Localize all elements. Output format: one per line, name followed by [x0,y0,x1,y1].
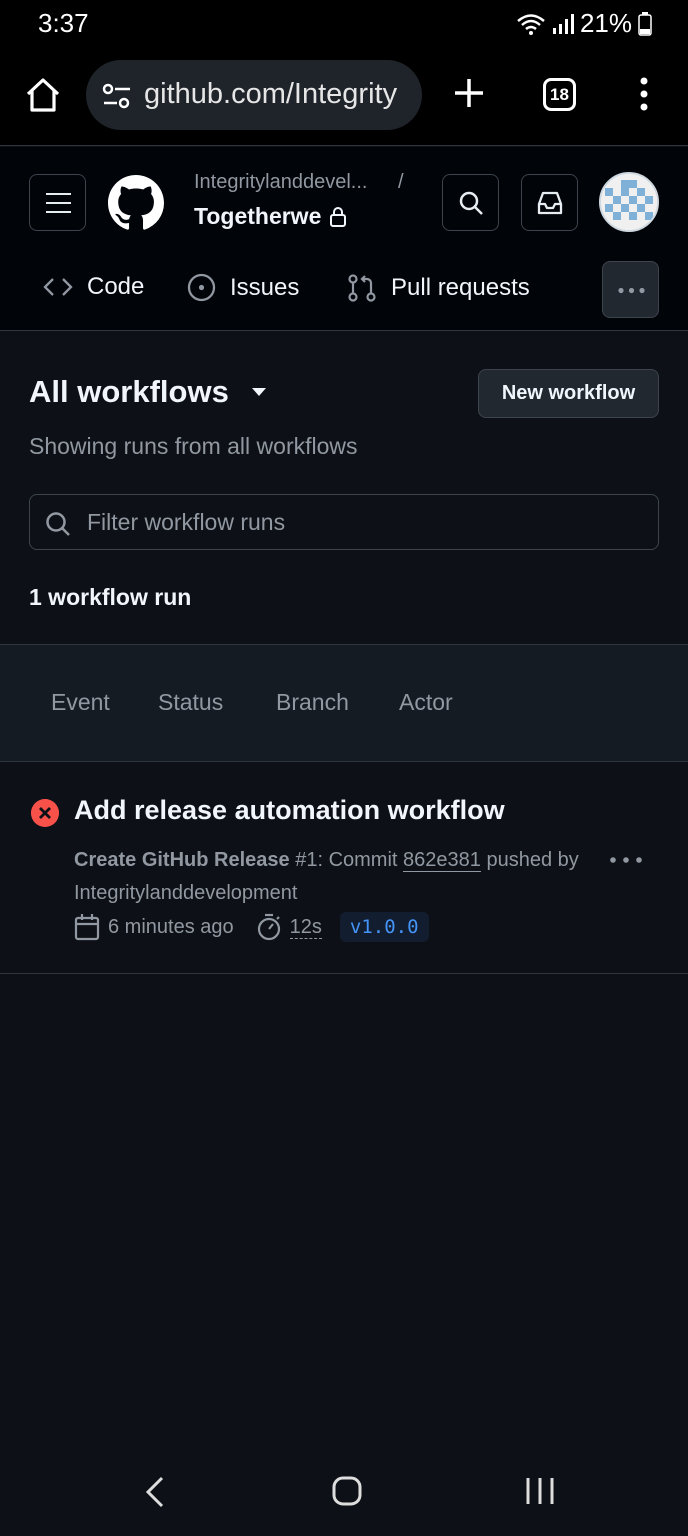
kebab-horizontal-icon[interactable] [608,854,644,866]
new-tab-icon[interactable] [452,76,486,110]
pull-request-icon [348,274,376,302]
site-settings-icon[interactable] [102,82,132,110]
triangle-down-icon [251,388,266,396]
branch-badge[interactable]: v1.0.0 [339,912,429,942]
address-bar[interactable]: github.com/Integrity [86,60,422,130]
run-meta: Create GitHub Release #1: Commit 862e381… [74,844,604,910]
signal-icon [552,13,574,34]
recent-apps-icon[interactable] [525,1477,555,1505]
page-subtitle: Showing runs from all workflows [29,433,358,459]
run-time-ago: 6 minutes ago [108,915,234,938]
back-icon[interactable] [144,1476,166,1508]
lock-icon [330,206,347,227]
filter-input[interactable] [87,503,647,541]
inbox-icon [537,191,563,215]
tab-pull-requests[interactable]: Pull requests [347,273,530,303]
issue-icon [187,273,216,302]
filter-actor[interactable]: Actor [399,689,453,716]
avatar[interactable] [599,172,659,232]
battery-icon [638,11,652,36]
run-stats: 6 minutes ago 12s v1.0.0 [74,912,429,942]
repo-owner-link[interactable]: Integritylanddevel... [194,171,367,194]
menu-button[interactable] [29,174,86,231]
github-logo-icon[interactable] [108,175,164,231]
tab-pull-requests-label: Pull requests [391,274,530,301]
home-nav-icon[interactable] [332,1476,362,1506]
page-title: All workflows [29,374,229,409]
menu-icon-line [46,211,71,213]
tab-issues[interactable]: Issues [187,273,299,302]
search-button[interactable] [442,174,499,231]
system-nav-bar [0,1446,688,1536]
calendar-icon [74,914,100,941]
wifi-icon [517,13,545,35]
filter-branch[interactable]: Branch [276,689,349,716]
repo-nav: Code Issues Pull requests [0,261,688,318]
kebab-horizontal-icon [618,287,645,294]
menu-icon-line [46,202,71,204]
repo-name-link[interactable]: Togetherwe [194,203,347,230]
code-icon [43,278,73,296]
workflow-name: Create GitHub Release [74,849,290,871]
x-circle-fill-icon [31,799,59,827]
run-filters-bar: Event Status Branch Actor [0,644,688,762]
workflow-run-row[interactable]: Add release automation workflow Create G… [0,762,688,974]
status-time: 3:37 [38,8,89,38]
commit-sha-link[interactable]: 862e381 [403,849,481,872]
github-header: Integritylanddevel... / Togetherwe Code … [0,147,688,331]
inbox-button[interactable] [521,174,578,231]
filter-event[interactable]: Event [51,689,110,716]
tab-switcher-button[interactable]: 18 [543,78,576,111]
filter-status[interactable]: Status [158,689,223,716]
battery-percent: 21% [579,8,632,38]
pushed-by-text: pushed by [486,849,579,871]
avatar-identicon [601,174,657,230]
tab-issues-label: Issues [230,273,300,301]
home-icon[interactable] [24,76,62,114]
filter-workflow-runs[interactable] [29,494,659,550]
browser-toolbar: github.com/Integrity 18 [0,46,688,146]
commit-prefix: : Commit [317,849,398,871]
status-bar: 3:37 21% [0,0,688,46]
tab-code-label: Code [87,273,145,300]
more-vert-icon[interactable] [638,76,650,112]
workflow-selector[interactable]: All workflows [29,374,267,410]
search-icon [46,512,70,536]
new-workflow-button[interactable]: New workflow [478,369,659,418]
more-tabs-button[interactable] [602,261,659,318]
stopwatch-icon [257,913,280,941]
run-count: 1 workflow run [29,584,192,610]
actor-link[interactable]: Integritylanddevelopment [74,882,297,904]
run-number: #1 [295,849,318,871]
run-duration: 12s [289,915,322,939]
url-text: github.com/Integrity [144,78,398,110]
breadcrumb-separator: / [398,171,404,193]
repo-name: Togetherwe [194,203,322,229]
menu-icon-line [46,193,71,195]
search-icon [459,191,483,215]
tab-code[interactable]: Code [43,273,144,301]
run-title-link[interactable]: Add release automation workflow [74,795,505,826]
status-icons: 21% [516,8,652,39]
